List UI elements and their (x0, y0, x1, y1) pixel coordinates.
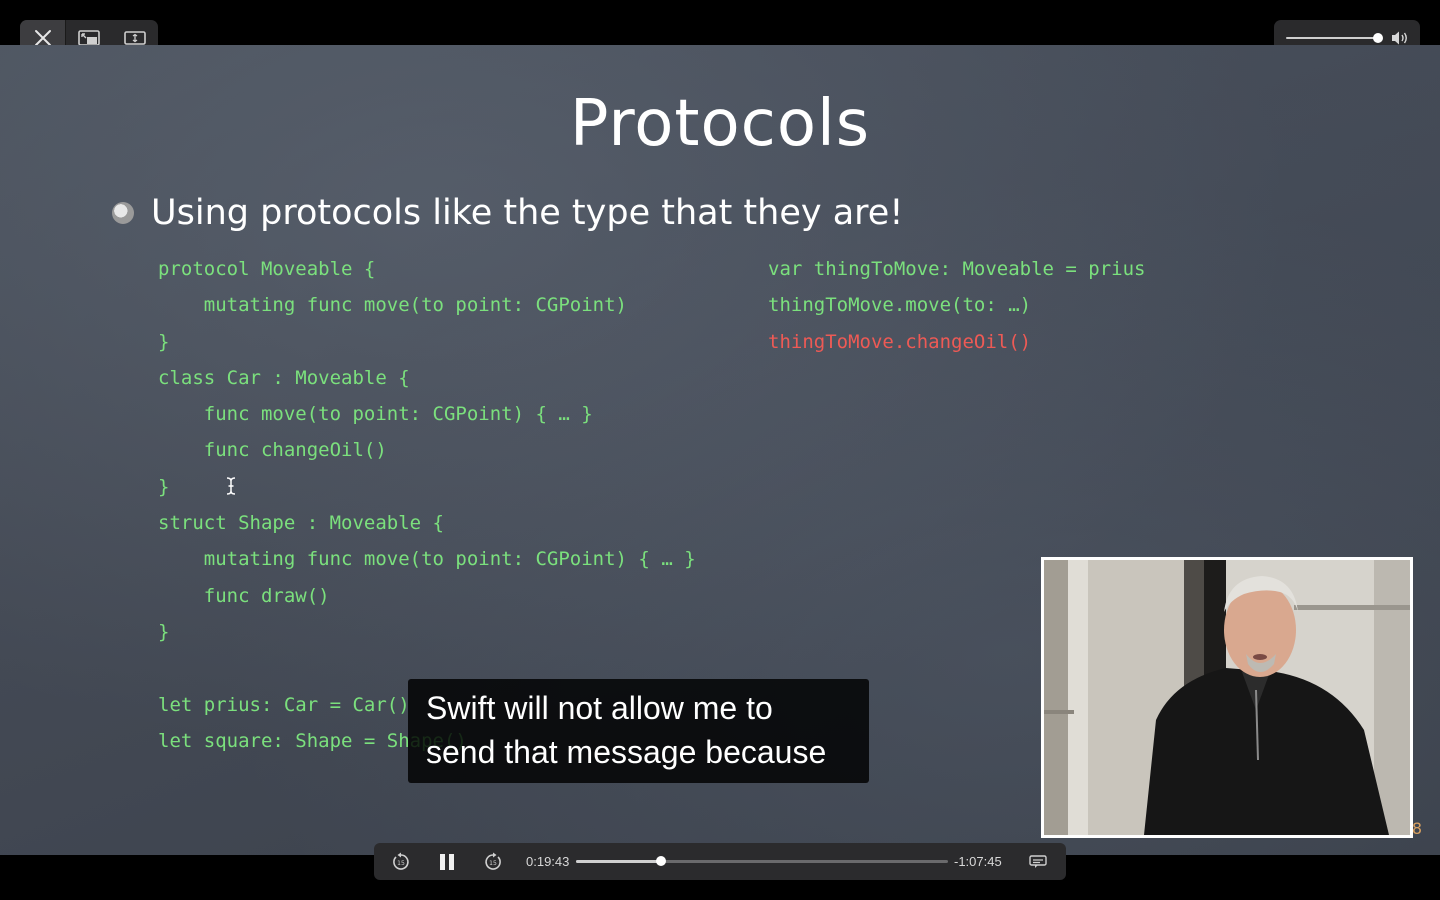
remaining-time: -1:07:45 (954, 854, 1002, 869)
pause-icon (440, 853, 454, 870)
picture-in-picture-icon (78, 29, 100, 46)
skip-back-button[interactable]: 15 (388, 843, 414, 880)
subtitle-box: Swift will not allow me to send that mes… (408, 679, 869, 783)
code-line: thingToMove.move(to: …) (768, 294, 1032, 317)
code-block-left: protocol Moveable { mutating func move(t… (158, 251, 696, 650)
captions-button[interactable] (1026, 843, 1050, 880)
skip-back-15-icon: 15 (393, 852, 409, 870)
code-line: } (158, 620, 170, 643)
subtitle-line: send that message because (426, 734, 827, 770)
skip-forward-15-icon: 15 (485, 852, 501, 870)
code-line: struct Shape : Moveable { (158, 512, 444, 535)
pause-button[interactable] (434, 843, 460, 880)
progress-knob[interactable] (656, 856, 667, 866)
code-line: class Car : Moveable { (158, 366, 410, 389)
progress-slider[interactable] (576, 856, 948, 866)
presenter-video-frame (1044, 560, 1410, 835)
playback-controls: 15 15 0:19:43 -1:07:45 (374, 843, 1066, 880)
code-line: var thingToMove: Moveable = prius (768, 258, 1146, 280)
code-line-error: thingToMove.changeOil() (768, 330, 1032, 353)
code-line: mutating func move(to point: CGPoint) (158, 294, 627, 317)
code-line: func draw() (158, 584, 330, 607)
skip-forward-button[interactable]: 15 (480, 843, 506, 880)
subtitle-line: Swift will not allow me to (426, 690, 773, 726)
code-line: func changeOil() (158, 439, 387, 462)
slide-title: Protocols (569, 87, 871, 161)
close-icon (34, 29, 51, 46)
fit-screen-icon (124, 30, 146, 45)
svg-text:15: 15 (397, 860, 405, 867)
bullet-icon (112, 202, 134, 224)
presenter-video[interactable] (1041, 557, 1413, 838)
bullet-point: Using protocols like the type that they … (112, 193, 903, 233)
bullet-text: Using protocols like the type that they … (151, 193, 904, 233)
slide-number: 8 (1411, 819, 1422, 838)
progress-played (576, 860, 662, 863)
volume-knob[interactable] (1373, 33, 1383, 43)
volume-slider[interactable] (1286, 37, 1378, 39)
code-line: } (158, 330, 170, 353)
code-line: func move(to point: CGPoint) { … } (158, 403, 593, 426)
text-cursor-icon (226, 477, 236, 495)
elapsed-time: 0:19:43 (526, 854, 570, 869)
code-block-right: var thingToMove: Moveable = prius thingTo… (768, 251, 1146, 360)
svg-text:15: 15 (489, 860, 497, 867)
code-line: } (158, 475, 170, 498)
code-line: protocol Moveable { (158, 258, 376, 280)
code-line: mutating func move(to point: CGPoint) { … (158, 548, 696, 571)
lecture-slide: Protocols Using protocols like the type … (0, 45, 1440, 855)
captions-icon (1029, 854, 1047, 868)
